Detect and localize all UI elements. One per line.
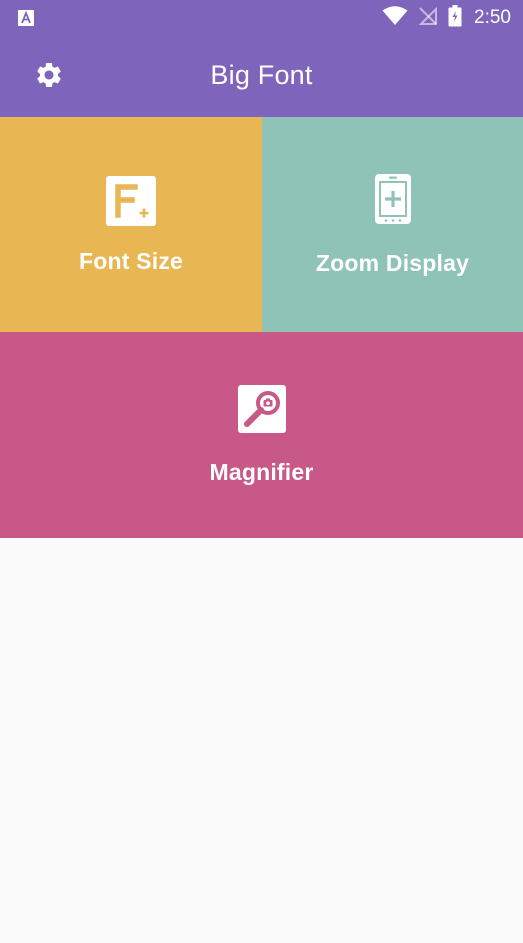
zoom-display-icon	[374, 173, 412, 230]
font-size-icon	[105, 175, 157, 232]
no-signal-icon	[418, 6, 438, 31]
status-bar: 2:50	[0, 0, 523, 36]
magnifier-tile[interactable]: Magnifier	[0, 332, 523, 538]
status-time: 2:50	[474, 7, 511, 28]
magnifier-label: Magnifier	[209, 459, 314, 485]
magnifier-icon	[237, 384, 287, 439]
zoom-display-tile[interactable]: Zoom Display	[262, 117, 523, 332]
battery-charging-icon	[448, 4, 462, 32]
app-title: Big Font	[210, 60, 313, 90]
font-size-label: Font Size	[78, 247, 184, 274]
app-bar: Big Font	[0, 36, 523, 117]
zoom-display-label: Zoom Display	[315, 249, 470, 276]
app-screen: 2:50 Big Font Font Size Zoom Display Mag…	[0, 0, 523, 943]
wifi-icon	[382, 5, 408, 31]
font-size-tile[interactable]: Font Size	[0, 117, 262, 332]
app-notification-icon	[17, 9, 35, 27]
status-icons: 2:50	[382, 0, 511, 36]
